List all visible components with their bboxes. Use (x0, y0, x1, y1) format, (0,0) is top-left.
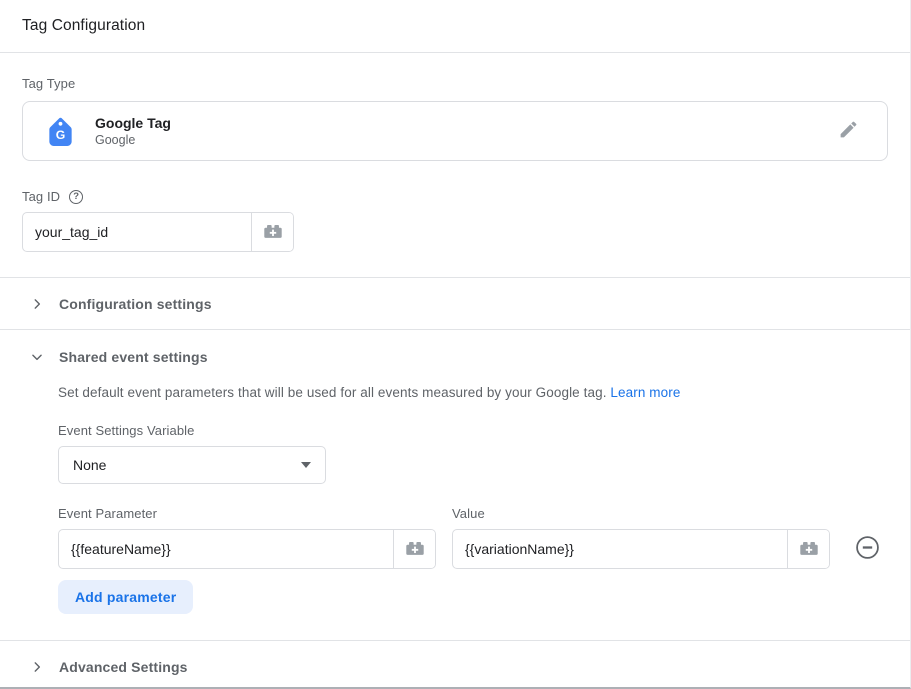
lego-brick-plus-icon (404, 537, 426, 562)
tag-id-input-group (22, 212, 294, 252)
chevron-right-icon (30, 297, 44, 311)
edit-tag-type-button[interactable] (834, 115, 863, 147)
configuration-settings-label: Configuration settings (59, 296, 212, 312)
tag-type-vendor: Google (95, 132, 171, 148)
event-settings-variable-label: Event Settings Variable (58, 423, 888, 438)
event-settings-variable-value: None (73, 457, 106, 473)
tag-type-card[interactable]: G Google Tag Google (22, 101, 888, 161)
remove-parameter-button[interactable] (855, 535, 880, 563)
value-input-group (452, 529, 830, 569)
caret-down-icon (301, 462, 311, 468)
event-parameter-variable-picker-button[interactable] (393, 530, 435, 568)
google-tag-icon: G (47, 117, 74, 146)
chevron-right-icon (30, 660, 44, 674)
advanced-settings-label: Advanced Settings (59, 659, 188, 675)
lego-brick-plus-icon (262, 220, 284, 245)
value-variable-picker-button[interactable] (787, 530, 829, 568)
pencil-icon (838, 119, 859, 143)
tag-configuration-panel: Tag Configuration Tag Type G Google Tag … (0, 0, 911, 689)
page-title: Tag Configuration (22, 17, 145, 35)
tag-type-label: Tag Type (22, 76, 888, 91)
event-parameter-input-group (58, 529, 436, 569)
help-icon[interactable]: ? (69, 190, 83, 204)
parameter-row (58, 521, 888, 569)
tag-id-label: Tag ID (22, 189, 60, 204)
value-column-header: Value (452, 506, 830, 521)
tag-id-input[interactable] (23, 213, 251, 251)
tag-id-variable-picker-button[interactable] (251, 213, 293, 251)
minus-circle-icon (855, 535, 880, 563)
panel-header: Tag Configuration (0, 0, 910, 53)
section-configuration-settings[interactable]: Configuration settings (0, 278, 910, 329)
event-parameter-input[interactable] (59, 530, 393, 568)
tag-type-name: Google Tag (95, 114, 171, 132)
learn-more-link[interactable]: Learn more (610, 385, 680, 400)
chevron-down-icon (30, 350, 44, 364)
add-parameter-button[interactable]: Add parameter (58, 580, 193, 614)
lego-brick-plus-icon (798, 537, 820, 562)
section-advanced-settings[interactable]: Advanced Settings (0, 641, 910, 689)
value-input[interactable] (453, 530, 787, 568)
section-shared-event-settings[interactable]: Shared event settings (0, 330, 910, 377)
shared-event-settings-label: Shared event settings (59, 349, 208, 365)
event-parameter-column-header: Event Parameter (58, 506, 436, 521)
svg-text:G: G (56, 127, 66, 141)
shared-event-description: Set default event parameters that will b… (58, 385, 888, 400)
event-settings-variable-select[interactable]: None (58, 446, 326, 484)
